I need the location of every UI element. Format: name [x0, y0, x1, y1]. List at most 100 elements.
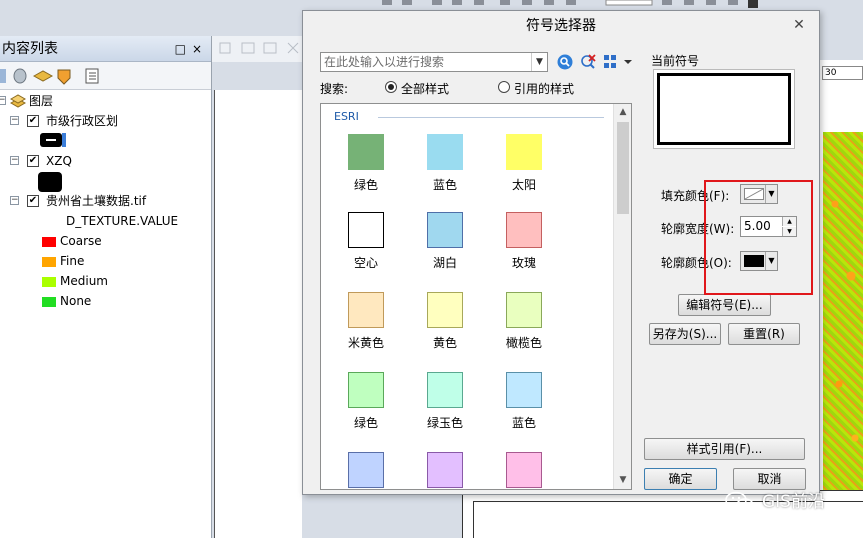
symbol-item[interactable]: 橄榄色	[486, 292, 562, 351]
list-by-visibility-icon[interactable]	[32, 69, 54, 82]
gallery-group-divider	[378, 117, 604, 118]
tree-root-label: 图层	[29, 94, 54, 108]
symbol-item[interactable]	[407, 452, 483, 489]
layer-tree: − 图层 − ✔ 市级行政区划 − ✔ XZQ − ✔ 贵州省土壤数据.tif …	[0, 90, 211, 308]
current-symbol-preview	[653, 69, 795, 149]
toolbar-icon[interactable]	[287, 42, 299, 54]
symbol-item[interactable]: 湖白	[407, 212, 483, 271]
edit-symbol-button[interactable]: 编辑符号(E)...	[678, 294, 771, 316]
toolbar-icon[interactable]	[432, 0, 442, 5]
legend-item[interactable]: Fine	[42, 252, 84, 270]
save-as-button[interactable]: 另存为(S)...	[649, 323, 721, 345]
radio-all-styles-label[interactable]: 全部样式	[401, 80, 449, 97]
toolbar-icon[interactable]	[474, 0, 484, 5]
symbol-item[interactable]: 黄色	[407, 292, 483, 351]
search-icon[interactable]	[556, 53, 574, 71]
view-options-icon[interactable]	[603, 53, 633, 71]
close-icon[interactable]: ✕	[789, 16, 809, 36]
ok-button[interactable]: 确定	[644, 468, 717, 490]
radio-referenced-styles-label[interactable]: 引用的样式	[514, 80, 574, 97]
toolbar-icon[interactable]	[500, 0, 510, 5]
style-references-button[interactable]: 样式引用(F)...	[644, 438, 805, 460]
toolbar-icon[interactable]	[706, 0, 716, 5]
coordinate-field[interactable]: 30	[822, 66, 863, 80]
toc-title: 内容列表	[2, 41, 58, 57]
layer-symbol-xzq[interactable]	[38, 172, 62, 192]
symbol-swatch	[348, 134, 384, 170]
wechat-logo-icon	[725, 491, 754, 512]
toolbar-dropdown[interactable]	[748, 0, 758, 8]
reset-button[interactable]: 重置(R)	[728, 323, 800, 345]
dialog-title: 符号选择器	[526, 18, 596, 34]
symbol-swatch	[348, 292, 384, 328]
toolbar-icon[interactable]	[684, 0, 694, 5]
layer-visibility-checkbox[interactable]: ✔	[27, 195, 39, 207]
legend-label: Coarse	[60, 234, 102, 248]
legend-item[interactable]: Medium	[42, 272, 108, 290]
toolbar-icon[interactable]	[566, 0, 576, 5]
layer-symbol-admin[interactable]	[40, 133, 66, 147]
layer-visibility-checkbox[interactable]: ✔	[27, 155, 39, 167]
symbol-item[interactable]: 米黄色	[328, 292, 404, 351]
toolbar-icon[interactable]	[544, 0, 554, 5]
watermark: GIS前沿	[724, 488, 863, 516]
collapse-icon[interactable]: −	[10, 116, 19, 125]
legend-swatch	[42, 256, 56, 267]
gallery-scrollbar[interactable]: ▲ ▼	[613, 104, 631, 489]
scroll-down-icon[interactable]: ▼	[614, 472, 631, 489]
map-view-left[interactable]	[214, 90, 302, 538]
toolbar-icon[interactable]	[522, 0, 532, 5]
toc-toolbar	[0, 62, 211, 90]
legend-item[interactable]: None	[42, 292, 91, 310]
symbol-label: 湖白	[432, 256, 457, 270]
gallery-group-header: ESRI	[334, 110, 359, 123]
toolbar-icon[interactable]	[402, 0, 412, 5]
symbol-label: 空心	[353, 256, 378, 270]
cancel-button[interactable]: 取消	[733, 468, 806, 490]
soil-raster-map	[823, 132, 863, 492]
symbol-swatch	[506, 134, 542, 170]
scroll-up-icon[interactable]: ▲	[614, 104, 631, 121]
toolbar-icon[interactable]	[263, 42, 277, 54]
radio-referenced-styles[interactable]	[498, 81, 510, 93]
legend-swatch	[42, 276, 56, 287]
scrollbar-thumb[interactable]	[617, 122, 629, 214]
toolbar-icon[interactable]	[382, 0, 392, 5]
symbol-swatch	[506, 292, 542, 328]
symbol-item[interactable]	[328, 452, 404, 489]
symbol-item[interactable]: 玫瑰	[486, 212, 562, 271]
symbol-item[interactable]	[486, 452, 562, 489]
chevron-down-icon[interactable]: ▼	[531, 53, 547, 71]
symbol-item[interactable]: 蓝色	[486, 372, 562, 431]
list-by-selection-icon[interactable]	[57, 69, 71, 85]
symbol-item[interactable]: 绿色	[328, 134, 404, 193]
watermark-text: GIS前沿	[762, 492, 825, 512]
toolbar-icon[interactable]	[241, 42, 255, 54]
legend-swatch	[42, 236, 56, 247]
symbol-item[interactable]: 绿色	[328, 372, 404, 431]
close-icon[interactable]: ×	[192, 42, 208, 56]
search-scope-label: 搜索:	[320, 82, 349, 96]
collapse-icon[interactable]: −	[0, 96, 6, 105]
symbol-item[interactable]: 太阳	[486, 134, 562, 193]
layer-visibility-checkbox[interactable]: ✔	[27, 115, 39, 127]
toolbar-icon[interactable]	[219, 42, 231, 54]
collapse-icon[interactable]: −	[10, 196, 19, 205]
symbol-item[interactable]: 绿玉色	[407, 372, 483, 431]
collapse-icon[interactable]: −	[10, 156, 19, 165]
search-input[interactable]: 在此处输入以进行搜索 ▼	[320, 52, 548, 72]
scale-box[interactable]	[605, 0, 653, 6]
toolbar-icon[interactable]	[452, 0, 462, 5]
clear-search-icon[interactable]	[579, 53, 597, 71]
maximize-icon[interactable]: □	[175, 42, 192, 56]
list-by-drawing-order-icon[interactable]	[0, 68, 6, 83]
toolbar-icon[interactable]	[662, 0, 672, 5]
list-by-source-icon[interactable]	[13, 68, 27, 83]
radio-all-styles[interactable]	[385, 81, 397, 93]
legend-item[interactable]: Coarse	[42, 232, 102, 250]
symbol-swatch	[427, 372, 463, 408]
symbol-item[interactable]: 空心	[328, 212, 404, 271]
toolbar-icon[interactable]	[728, 0, 738, 5]
symbol-item[interactable]: 蓝色	[407, 134, 483, 193]
toc-window-buttons: □×	[175, 36, 208, 62]
